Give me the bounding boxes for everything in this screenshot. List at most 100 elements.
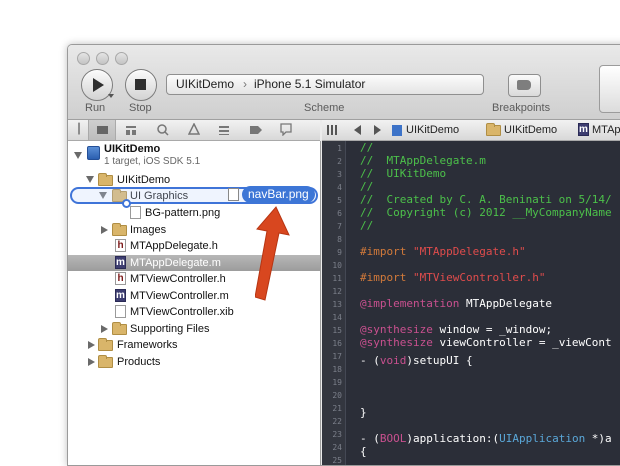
folder-icon — [486, 123, 501, 136]
disclosure-triangle-icon[interactable] — [74, 152, 82, 159]
image-file-icon — [130, 206, 141, 219]
annotation-arrow-icon — [255, 206, 290, 301]
toolbar: Run Stop UIKitDemo › iPhone 5.1 Simulato… — [68, 45, 620, 120]
code-line: // MTAppDelegate.m — [360, 154, 486, 167]
project-icon — [392, 125, 402, 136]
line-number-gutter: 1 2 3 4 5 6 7 8 9 10 11 12 13 14 15 16 1… — [322, 141, 346, 465]
zoom-window-button[interactable] — [115, 52, 128, 65]
scheme-label: Scheme — [304, 102, 345, 114]
code-text: - ( — [360, 432, 380, 445]
line-number: 8 — [337, 235, 342, 244]
run-options-chevron-icon[interactable] — [108, 94, 114, 98]
scheme-project: UIKitDemo — [176, 77, 235, 91]
jumpbar-crumb-project[interactable]: UIKitDemo — [406, 124, 459, 136]
project-navigator-tab[interactable] — [88, 120, 116, 140]
code-line: // Copyright (c) 2012 __MyCompanyName — [360, 206, 612, 219]
editor-mode-button[interactable] — [599, 65, 620, 113]
code-text: )setupUI { — [406, 354, 473, 367]
implementation-file-icon: m — [115, 289, 126, 302]
log-navigator-icon[interactable] — [280, 123, 292, 136]
line-number: 15 — [332, 326, 342, 335]
forward-arrow-icon[interactable] — [373, 125, 381, 135]
folder-icon — [98, 355, 113, 368]
folder-icon — [112, 322, 127, 335]
line-number: 12 — [332, 287, 342, 296]
line-number: 23 — [332, 430, 342, 439]
dragged-file-label[interactable]: navBar.png — [242, 186, 315, 203]
code-line: // — [360, 180, 374, 193]
disclosure-triangle-icon[interactable] — [101, 226, 108, 234]
line-number: 22 — [332, 417, 342, 426]
code-type: UIApplication — [499, 432, 586, 445]
code-string: "MTAppDelegate.h" — [412, 245, 526, 258]
code-directive: #import — [360, 271, 413, 284]
breakpoints-label: Breakpoints — [492, 102, 551, 114]
project-subtitle: 1 target, iOS SDK 5.1 — [104, 156, 201, 167]
code-text: window = _window; — [432, 323, 553, 336]
dragged-file-icon — [228, 188, 239, 201]
jumpbar-crumb-group[interactable]: UIKitDemo — [504, 124, 557, 136]
tree-item-label: MTAppDelegate.h — [130, 240, 218, 252]
code-line: // — [360, 141, 374, 154]
minimize-window-button[interactable] — [96, 52, 109, 65]
code-line: - (void)setupUI { — [360, 354, 473, 367]
line-number: 3 — [337, 170, 342, 179]
run-label: Run — [85, 102, 106, 114]
line-number: 11 — [332, 274, 342, 283]
symbol-navigator-icon[interactable] — [125, 124, 137, 136]
scheme-destination: iPhone 5.1 Simulator — [254, 77, 366, 91]
tree-item-label: UIKitDemo — [117, 174, 171, 186]
back-arrow-icon[interactable] — [354, 125, 362, 135]
folder-icon — [112, 223, 127, 236]
xib-file-icon — [115, 305, 126, 318]
line-number: 9 — [337, 248, 342, 257]
search-navigator-icon[interactable] — [157, 124, 169, 136]
tree-item-label: Supporting Files — [130, 323, 210, 335]
line-number: 1 — [337, 144, 342, 153]
line-number: 25 — [332, 456, 342, 465]
tree-item-label: MTViewController.m — [130, 290, 229, 302]
scheme-popup[interactable]: UIKitDemo › iPhone 5.1 Simulator — [166, 74, 484, 95]
folder-icon — [97, 126, 108, 134]
scheme-separator-icon: › — [243, 77, 247, 91]
debug-navigator-icon[interactable] — [218, 124, 230, 136]
line-number: 20 — [332, 391, 342, 400]
tree-item-label: BG-pattern.png — [145, 207, 221, 219]
header-file-icon: h — [115, 272, 126, 285]
code-line: #import "MTAppDelegate.h" — [360, 245, 526, 258]
disclosure-triangle-icon[interactable] — [88, 341, 95, 349]
tree-item-supporting-files[interactable]: Supporting Files — [68, 321, 320, 337]
implementation-file-icon: m — [115, 256, 126, 269]
source-editor[interactable]: 1 2 3 4 5 6 7 8 9 10 11 12 13 14 15 16 1… — [322, 141, 620, 465]
code-text: *)a — [585, 432, 612, 445]
project-title[interactable]: UIKitDemo — [104, 143, 160, 155]
code-line: @synthesize window = _window; — [360, 323, 552, 336]
breakpoints-button[interactable] — [508, 74, 541, 97]
close-window-button[interactable] — [77, 52, 90, 65]
code-text: MTAppDelegate — [459, 297, 553, 310]
disclosure-triangle-icon[interactable] — [88, 358, 95, 366]
code-line: #import "MTViewController.h" — [360, 271, 545, 284]
disclosure-triangle-icon[interactable] — [101, 325, 108, 333]
tree-item-label: MTViewController.h — [130, 273, 226, 285]
issue-navigator-icon[interactable] — [188, 123, 200, 135]
tree-item-mtviewcontroller-xib[interactable]: MTViewController.xib — [68, 304, 320, 320]
code-line: - (BOOL)application:(UIApplication *)a — [360, 432, 612, 445]
code-text: viewController = _viewCont — [432, 336, 612, 349]
code-line: // — [360, 219, 374, 232]
jumpbar-crumb-file[interactable]: MTAp — [592, 124, 620, 136]
tree-item-products[interactable]: Products — [68, 354, 320, 370]
folder-icon — [98, 173, 113, 186]
code-keyword: @implementation — [360, 297, 460, 310]
disclosure-triangle-icon[interactable] — [86, 176, 94, 183]
project-icon — [87, 146, 100, 160]
code-keyword: BOOL — [379, 432, 407, 445]
code-line: @synthesize viewController = _viewCont — [360, 336, 612, 349]
breakpoint-navigator-icon[interactable] — [249, 124, 263, 136]
stop-button[interactable] — [125, 69, 157, 101]
code-keyword: @synthesize — [360, 323, 433, 336]
related-items-icon[interactable] — [327, 125, 339, 135]
stop-label: Stop — [129, 102, 152, 114]
line-number: 16 — [332, 339, 342, 348]
tree-item-frameworks[interactable]: Frameworks — [68, 337, 320, 353]
